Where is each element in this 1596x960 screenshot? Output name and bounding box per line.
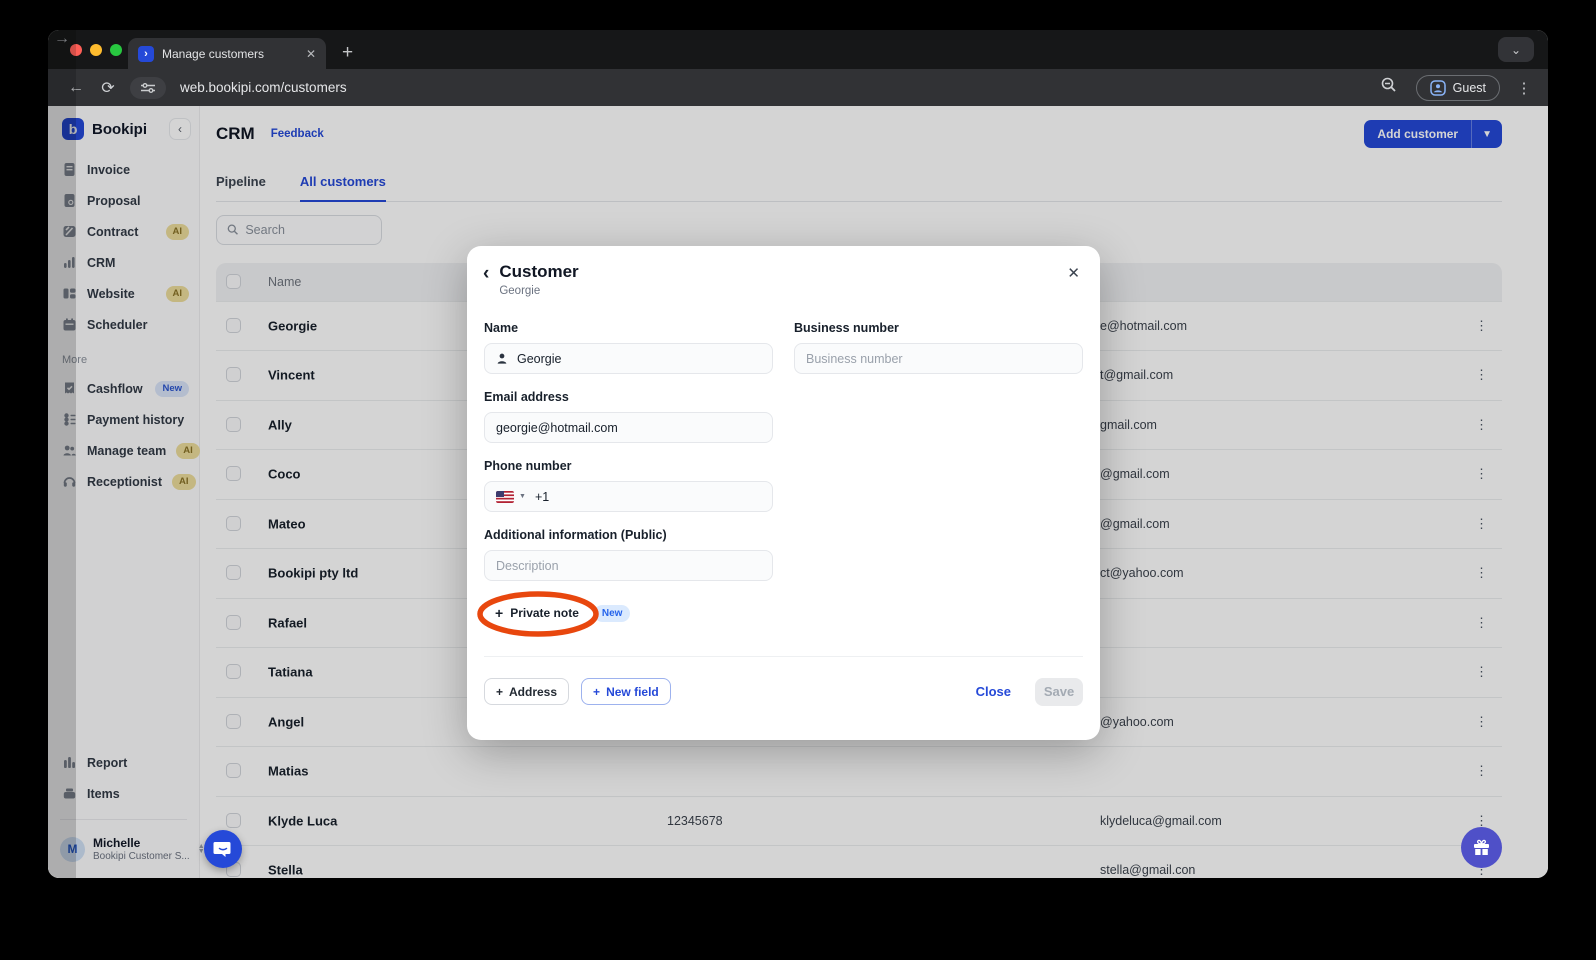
phone-field-group: Phone number ▼ xyxy=(484,459,773,512)
chat-widget-button[interactable] xyxy=(204,830,242,868)
zoom-page-icon[interactable] xyxy=(1380,76,1398,99)
minimize-window-button[interactable] xyxy=(90,44,102,56)
url-bar[interactable]: web.bookipi.com/customers xyxy=(180,80,1376,95)
chat-bubble-icon xyxy=(213,842,231,857)
plus-icon: + xyxy=(496,684,504,699)
save-button[interactable]: Save xyxy=(1035,677,1083,706)
private-note-row: + Private note New xyxy=(477,591,1083,637)
reload-icon[interactable]: ⟳ xyxy=(94,78,122,98)
modal-body: Name Business number Email ad xyxy=(467,297,1100,657)
name-field-group: Name xyxy=(484,321,773,374)
back-icon[interactable]: ‹ xyxy=(483,263,489,285)
bookipi-favicon-icon: › xyxy=(138,45,154,62)
person-icon xyxy=(497,353,507,364)
private-note-button[interactable]: + Private note xyxy=(484,605,590,621)
additional-info-label: Additional information (Public) xyxy=(484,528,667,542)
phone-input[interactable] xyxy=(534,489,761,504)
customer-modal: ‹ Customer Georgie ✕ Name Georgie Busine… xyxy=(467,246,1100,740)
browser-tab-strip: › Manage customers ✕ + ⌄ xyxy=(48,30,1548,69)
modal-title: Customer xyxy=(499,262,579,281)
close-button[interactable]: Close xyxy=(976,684,1011,699)
email-label: Email address xyxy=(484,390,569,404)
modal-footer: + Address + New field Close Save xyxy=(467,657,1100,726)
name-input[interactable] xyxy=(516,351,761,366)
browser-tab[interactable]: › Manage customers ✕ xyxy=(128,38,326,69)
new-badge: New xyxy=(593,604,631,622)
business-number-field[interactable] xyxy=(794,343,1083,374)
tab-title: Manage customers xyxy=(162,46,265,61)
business-number-field-group: Business number xyxy=(794,321,1083,374)
email-field-group: Email address xyxy=(484,390,773,443)
tab-close-icon[interactable]: ✕ xyxy=(306,47,316,61)
browser-window: › Manage customers ✕ + ⌄ ← → ⟳ web.booki… xyxy=(48,30,1548,878)
app-viewport: b Bookipi ‹ Invoice Proposal Contract AI… xyxy=(48,106,1548,878)
email-field[interactable] xyxy=(484,412,773,443)
country-dropdown-icon[interactable]: ▼ xyxy=(519,493,526,500)
phone-label: Phone number xyxy=(484,459,572,473)
additional-info-input[interactable] xyxy=(496,558,761,573)
additional-info-field[interactable] xyxy=(484,550,773,581)
modal-header: ‹ Customer Georgie ✕ xyxy=(467,246,1100,297)
guest-avatar-icon xyxy=(1429,79,1446,96)
new-field-button[interactable]: + New field xyxy=(581,678,671,705)
maximize-window-button[interactable] xyxy=(110,44,122,56)
us-flag-icon xyxy=(496,490,514,503)
site-info-icon[interactable] xyxy=(130,76,166,99)
rewards-gift-button[interactable] xyxy=(1461,827,1502,868)
email-input[interactable] xyxy=(496,420,761,435)
name-label: Name xyxy=(484,321,519,335)
plus-icon: + xyxy=(495,605,504,621)
browser-toolbar: ← → ⟳ web.bookipi.com/customers Guest ⋮ xyxy=(48,30,1548,878)
close-icon[interactable]: ✕ xyxy=(1063,262,1084,284)
address-button[interactable]: + Address xyxy=(484,678,570,705)
phone-field[interactable]: ▼ xyxy=(484,481,773,512)
plus-icon: + xyxy=(593,684,601,699)
additional-info-field-group: Additional information (Public) xyxy=(484,528,773,581)
business-number-input[interactable] xyxy=(806,351,1071,366)
modal-subtitle: Georgie xyxy=(499,285,541,297)
tab-search-chevron-icon[interactable]: ⌄ xyxy=(1498,37,1534,62)
traffic-lights xyxy=(70,44,122,56)
gift-icon xyxy=(1474,839,1489,855)
guest-profile-button[interactable]: Guest xyxy=(1415,74,1500,101)
browser-menu-icon[interactable]: ⋮ xyxy=(1514,79,1534,97)
name-field[interactable] xyxy=(484,343,773,374)
business-number-label: Business number xyxy=(794,321,899,335)
new-tab-button[interactable]: + xyxy=(342,42,353,64)
